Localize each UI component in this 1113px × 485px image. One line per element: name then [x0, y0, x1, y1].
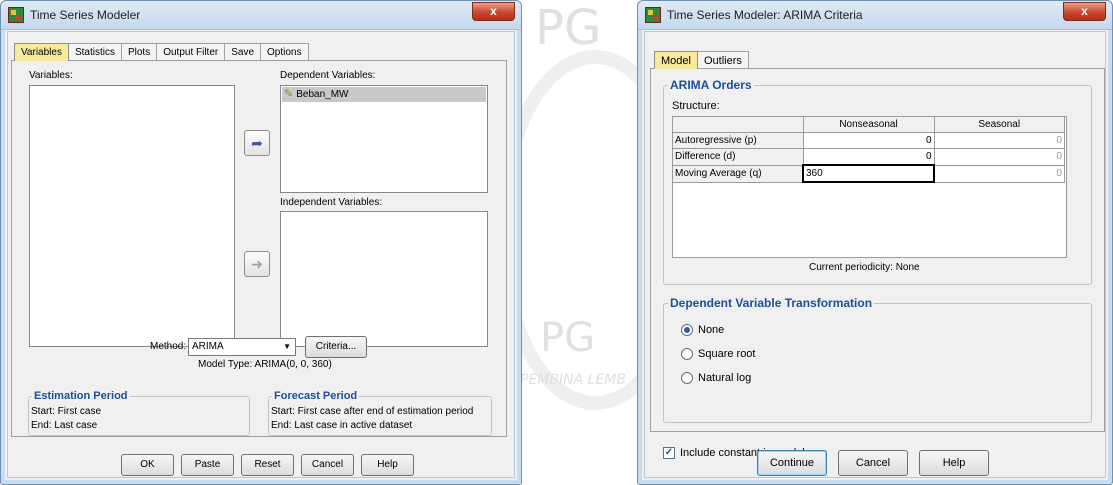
radio-label: Natural log — [698, 372, 752, 384]
row-header: Difference (d) — [672, 148, 804, 166]
forecast-period-title: Forecast Period — [272, 390, 360, 402]
criteria-button-label: Criteria... — [315, 341, 357, 352]
radio-natural-log[interactable]: Natural log — [681, 372, 751, 384]
tab-strip: Variables Statistics Plots Output Filter… — [14, 43, 309, 61]
ar-seasonal-cell[interactable]: 0 — [933, 132, 1065, 149]
move-to-dependent-button[interactable]: ➦ — [244, 130, 270, 156]
variables-panel: Variables: Dependent Variables: ✎ Beban_M… — [11, 60, 507, 437]
dependent-variables-label: Dependent Variables: — [280, 70, 376, 81]
cancel-button[interactable]: Cancel — [838, 450, 908, 476]
tab-options[interactable]: Options — [260, 43, 309, 61]
radio-empty-icon — [681, 348, 693, 360]
estimation-end: End: Last case — [31, 420, 98, 431]
title-bar: Time Series Modeler x — [1, 1, 521, 30]
table-row: Difference (d) 0 0 — [672, 148, 1065, 166]
time-series-modeler-window: Time Series Modeler x Variables Statisti… — [0, 0, 522, 485]
chevron-down-icon: ▼ — [283, 342, 291, 351]
close-button[interactable]: x — [1063, 2, 1106, 21]
table-row: Moving Average (q) 360 0 — [672, 164, 1065, 183]
radio-label: Square root — [698, 348, 756, 360]
variables-label: Variables: — [29, 70, 73, 81]
ma-nonseasonal-cell[interactable]: 360 — [802, 164, 935, 183]
method-label: Method: — [150, 341, 187, 352]
variable-name: Beban_MW — [296, 89, 349, 100]
corner-cell — [672, 116, 804, 133]
help-button[interactable]: Help — [919, 450, 989, 476]
help-button[interactable]: Help — [361, 454, 414, 476]
arima-orders-group: ARIMA Orders Structure: Nonseasonal Seas… — [663, 78, 1092, 285]
title-bar: Time Series Modeler: ARIMA Criteria x — [638, 1, 1112, 30]
ma-seasonal-cell[interactable]: 0 — [933, 164, 1065, 183]
tab-statistics[interactable]: Statistics — [67, 43, 122, 61]
diff-seasonal-cell[interactable]: 0 — [933, 148, 1065, 166]
forecast-start: Start: First case after end of estimatio… — [271, 406, 474, 417]
checkmark-icon: ✓ — [663, 447, 675, 459]
arima-orders-table: Nonseasonal Seasonal Autoregressive (p) … — [672, 116, 1065, 183]
transformation-title: Dependent Variable Transformation — [668, 296, 875, 310]
ar-nonseasonal-cell[interactable]: 0 — [802, 132, 935, 149]
tab-variables[interactable]: Variables — [14, 43, 69, 61]
tab-model[interactable]: Model — [654, 51, 698, 69]
radio-empty-icon — [681, 372, 693, 384]
diff-nonseasonal-cell[interactable]: 0 — [802, 148, 935, 166]
continue-button[interactable]: Continue — [757, 450, 827, 476]
column-header-nonseasonal: Nonseasonal — [802, 116, 935, 133]
table-header-row: Nonseasonal Seasonal — [672, 116, 1065, 133]
cancel-button[interactable]: Cancel — [301, 454, 354, 476]
forecast-period-group: Forecast Period Start: First case after … — [268, 390, 492, 436]
list-item[interactable]: ✎ Beban_MW — [282, 87, 486, 102]
radio-selected-icon — [681, 324, 693, 336]
row-header: Moving Average (q) — [672, 164, 804, 183]
estimation-period-group: Estimation Period Start: First case End:… — [28, 390, 250, 436]
dialog-client: Model Outliers ARIMA Orders Structure: N… — [644, 31, 1106, 478]
reset-button[interactable]: Reset — [241, 454, 294, 476]
ok-button[interactable]: OK — [121, 454, 174, 476]
arima-orders-title: ARIMA Orders — [668, 78, 754, 92]
column-header-seasonal: Seasonal — [933, 116, 1065, 133]
table-row: Autoregressive (p) 0 0 — [672, 132, 1065, 149]
tab-outliers[interactable]: Outliers — [696, 51, 749, 69]
radio-square-root[interactable]: Square root — [681, 348, 755, 360]
arrow-right-icon: ➜ — [251, 256, 263, 272]
move-to-independent-button[interactable]: ➜ — [244, 251, 270, 277]
tab-save[interactable]: Save — [224, 43, 262, 61]
independent-variables-label: Independent Variables: — [280, 197, 383, 208]
estimation-start: Start: First case — [31, 406, 102, 417]
window-title: Time Series Modeler — [30, 8, 141, 22]
model-panel: ARIMA Orders Structure: Nonseasonal Seas… — [650, 68, 1105, 459]
dependent-variables-list[interactable]: ✎ Beban_MW — [280, 85, 488, 193]
independent-variables-list[interactable] — [280, 211, 488, 347]
tab-strip: Model Outliers — [654, 51, 749, 69]
spss-app-icon — [8, 7, 24, 23]
transformation-group: Dependent Variable Transformation None S… — [663, 296, 1092, 423]
watermark-text: PG — [540, 315, 596, 361]
current-periodicity-text: Current periodicity: None — [809, 262, 920, 273]
estimation-period-title: Estimation Period — [32, 390, 130, 402]
model-type-text: Model Type: ARIMA(0, 0, 360) — [198, 359, 332, 370]
window-title: Time Series Modeler: ARIMA Criteria — [667, 8, 863, 22]
method-select[interactable]: ARIMA ▼ — [188, 338, 296, 356]
watermark-text: PG — [535, 0, 602, 56]
radio-none[interactable]: None — [681, 324, 724, 336]
source-variables-list[interactable] — [29, 85, 235, 347]
criteria-button[interactable]: Criteria... — [305, 336, 367, 358]
method-value: ARIMA — [192, 341, 224, 352]
close-button[interactable]: x — [472, 2, 515, 21]
forecast-end: End: Last case in active dataset — [271, 420, 413, 431]
tab-plots[interactable]: Plots — [120, 43, 158, 61]
radio-label: None — [698, 324, 725, 336]
watermark-text: PEMBINA LEMB — [520, 372, 626, 388]
row-header: Autoregressive (p) — [672, 132, 804, 149]
paste-button[interactable]: Paste — [181, 454, 234, 476]
arrow-left-icon: ➦ — [251, 135, 263, 151]
dialog-client: Variables Statistics Plots Output Filter… — [7, 31, 515, 478]
scale-variable-icon: ✎ — [284, 88, 294, 100]
tab-output-filter[interactable]: Output Filter — [156, 43, 226, 61]
structure-label: Structure: — [672, 100, 720, 112]
arima-criteria-window: Time Series Modeler: ARIMA Criteria x Mo… — [637, 0, 1113, 485]
spss-app-icon — [645, 7, 661, 23]
